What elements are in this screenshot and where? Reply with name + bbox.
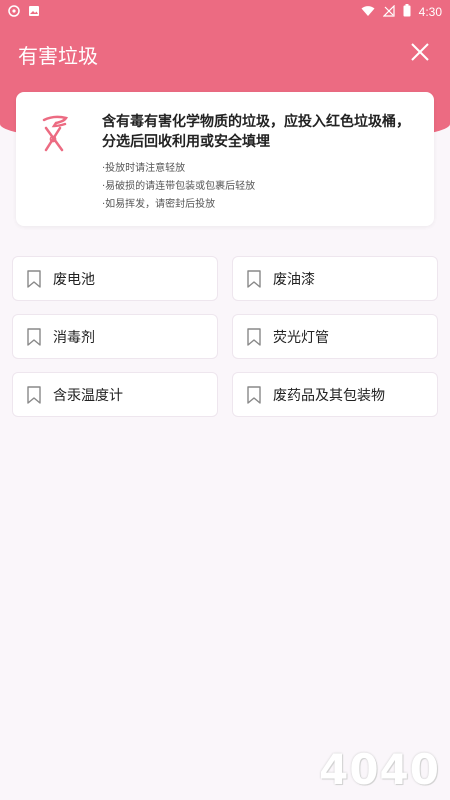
- list-item[interactable]: 废电池: [12, 256, 218, 301]
- list-item-label: 含汞温度计: [53, 387, 123, 404]
- status-bar: 4:30: [0, 0, 450, 24]
- list-item[interactable]: 荧光灯管: [232, 314, 438, 359]
- wifi-icon: [361, 5, 375, 20]
- info-description: 含有毒有害化学物质的垃圾，应投入红色垃圾桶，分选后回收利用或安全填埋: [102, 114, 410, 150]
- bookmark-icon: [247, 269, 261, 288]
- image-icon: [28, 5, 40, 20]
- list-item-label: 废药品及其包装物: [273, 387, 385, 404]
- app-icon: [8, 4, 20, 20]
- list-item[interactable]: 废药品及其包装物: [232, 372, 438, 417]
- list-item-label: 废电池: [53, 271, 95, 288]
- signal-icon: [382, 4, 395, 20]
- list-item-label: 荧光灯管: [273, 329, 329, 346]
- status-time: 4:30: [418, 5, 442, 19]
- item-grid: 废电池 废油漆 消毒剂 荧光灯管 含汞温度计 废药品及其包装物: [12, 256, 438, 417]
- list-item-label: 废油漆: [273, 271, 315, 288]
- list-item[interactable]: 消毒剂: [12, 314, 218, 359]
- bookmark-icon: [27, 327, 41, 346]
- bookmark-icon: [247, 327, 261, 346]
- hazard-icon: [38, 112, 82, 156]
- info-tip: ·易破损的请连带包装或包裹后轻放: [102, 181, 256, 192]
- watermark-logo: 4040: [319, 745, 440, 794]
- info-tip: ·如易挥发，请密封后投放: [102, 199, 216, 210]
- close-button[interactable]: [408, 40, 432, 64]
- info-tip: ·投放时请注意轻放: [102, 163, 186, 174]
- bookmark-icon: [27, 385, 41, 404]
- list-item[interactable]: 废油漆: [232, 256, 438, 301]
- page-title: 有害垃圾: [18, 44, 98, 68]
- bookmark-icon: [247, 385, 261, 404]
- battery-icon: [403, 4, 411, 20]
- close-icon: [408, 43, 432, 68]
- info-tips: ·投放时请注意轻放 ·易破损的请连带包装或包裹后轻放 ·如易挥发，请密封后投放: [102, 160, 255, 214]
- bookmark-icon: [27, 269, 41, 288]
- watermark-text: 4040: [319, 745, 440, 794]
- info-card: 含有毒有害化学物质的垃圾，应投入红色垃圾桶，分选后回收利用或安全填埋 ·投放时请…: [16, 92, 434, 226]
- list-item-label: 消毒剂: [53, 329, 95, 346]
- list-item[interactable]: 含汞温度计: [12, 372, 218, 417]
